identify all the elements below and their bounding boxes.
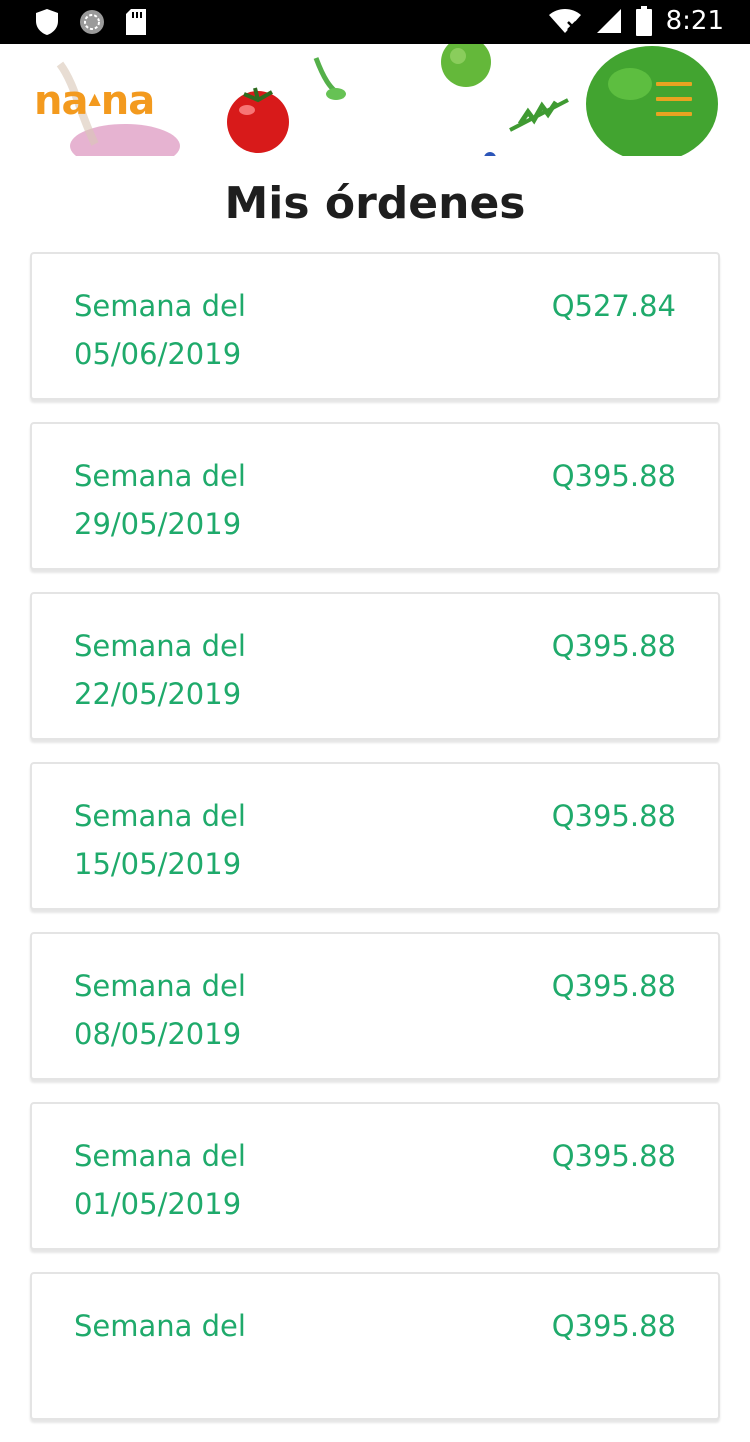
order-week-date: 05/06/2019	[74, 337, 242, 371]
order-week-label: Semana del 15/05/2019	[74, 792, 394, 888]
order-card[interactable]: Semana del 15/05/2019 Q395.88	[30, 762, 720, 910]
status-bar-right-icons: 8:21	[548, 6, 724, 36]
order-week-date: 29/05/2019	[74, 507, 242, 541]
order-total: Q395.88	[551, 799, 676, 833]
order-week-prefix: Semana del	[74, 969, 246, 1003]
menu-bar-2	[656, 97, 692, 101]
order-total: Q395.88	[551, 1139, 676, 1173]
logo-text-right: na	[100, 78, 155, 124]
order-week-label: Semana del 01/05/2019	[74, 1132, 394, 1228]
order-total: Q395.88	[551, 459, 676, 493]
battery-icon	[635, 6, 652, 36]
order-total: Q395.88	[551, 1309, 676, 1343]
order-card[interactable]: Semana del 29/05/2019 Q395.88	[30, 422, 720, 570]
status-bar: 8:21	[0, 0, 750, 44]
order-card[interactable]: Semana del Q395.88	[30, 1272, 720, 1420]
signal-icon	[596, 9, 621, 33]
order-total: Q527.84	[551, 289, 676, 323]
order-total: Q395.88	[551, 629, 676, 663]
order-card[interactable]: Semana del 01/05/2019 Q395.88	[30, 1102, 720, 1250]
order-week-date: 01/05/2019	[74, 1187, 242, 1221]
app-header: na▲na	[0, 44, 750, 156]
order-week-prefix: Semana del	[74, 289, 246, 323]
order-week-prefix: Semana del	[74, 459, 246, 493]
wifi-icon	[548, 9, 581, 33]
page-title: Mis órdenes	[224, 178, 526, 229]
order-week-prefix: Semana del	[74, 1139, 246, 1173]
status-bar-left-icons	[34, 8, 148, 36]
app-logo[interactable]: na▲na	[34, 78, 155, 124]
logo-text-left: na	[34, 78, 88, 124]
order-week-date: 15/05/2019	[74, 847, 242, 881]
shield-icon	[36, 9, 58, 35]
order-week-label: Semana del 29/05/2019	[74, 452, 394, 548]
orders-list: Semana del 05/06/2019 Q527.84 Semana del…	[30, 252, 720, 1442]
order-week-label: Semana del 08/05/2019	[74, 962, 394, 1058]
hamburger-menu-icon[interactable]	[656, 82, 692, 116]
order-week-prefix: Semana del	[74, 799, 246, 833]
order-week-date: 22/05/2019	[74, 677, 242, 711]
sync-icon	[80, 10, 104, 34]
order-week-label: Semana del	[74, 1302, 394, 1350]
order-card[interactable]: Semana del 22/05/2019 Q395.88	[30, 592, 720, 740]
logo-divider-icon: ▲	[88, 89, 100, 108]
order-card[interactable]: Semana del 05/06/2019 Q527.84	[30, 252, 720, 400]
order-week-date: 08/05/2019	[74, 1017, 242, 1051]
order-week-prefix: Semana del	[74, 1309, 246, 1343]
status-time: 8:21	[665, 6, 724, 36]
order-card[interactable]: Semana del 08/05/2019 Q395.88	[30, 932, 720, 1080]
order-week-label: Semana del 05/06/2019	[74, 282, 394, 378]
sd-card-icon	[126, 9, 146, 35]
menu-bar-1	[656, 82, 692, 86]
order-week-label: Semana del 22/05/2019	[74, 622, 394, 718]
order-week-prefix: Semana del	[74, 629, 246, 663]
order-total: Q395.88	[551, 969, 676, 1003]
menu-bar-3	[656, 112, 692, 116]
